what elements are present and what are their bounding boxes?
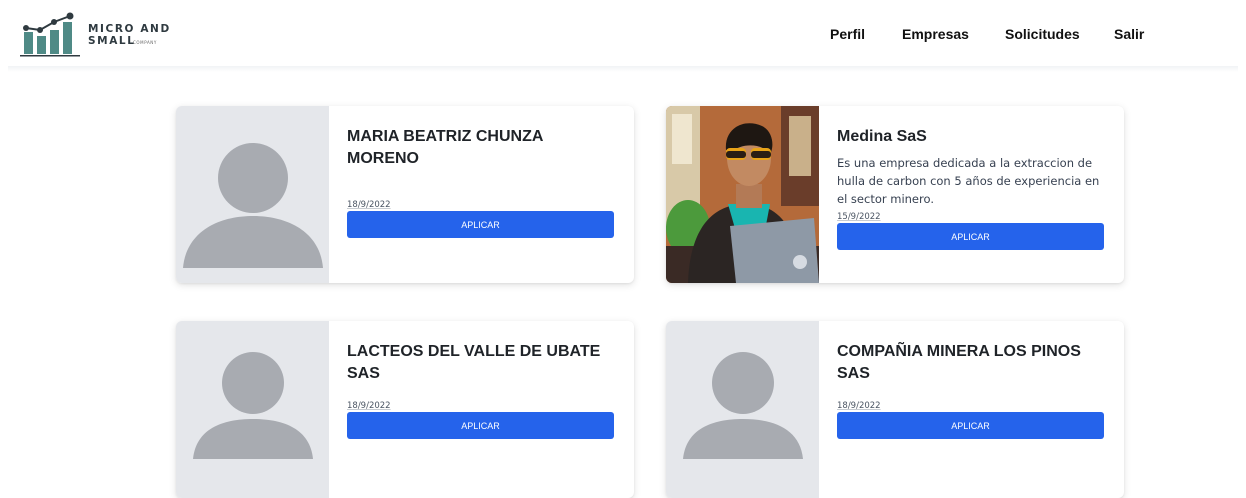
apply-button[interactable]: APLICAR bbox=[837, 412, 1104, 439]
company-card: COMPAÑIA MINERA LOS PINOS SAS 18/9/2022 … bbox=[666, 321, 1124, 498]
company-card: MARIA BEATRIZ CHUNZA MORENO 18/9/2022 AP… bbox=[176, 106, 634, 283]
bar-chart-growth-icon bbox=[20, 12, 80, 57]
card-title: LACTEOS DEL VALLE DE UBATE SAS bbox=[347, 343, 601, 382]
nav-solicitudes[interactable]: Solicitudes bbox=[1005, 26, 1080, 42]
brand-logo[interactable]: MICRO AND SMALL COMPANY bbox=[20, 10, 220, 58]
navbar-divider bbox=[8, 66, 1238, 72]
nav-empresas[interactable]: Empresas bbox=[902, 26, 969, 42]
company-photo bbox=[666, 106, 819, 283]
avatar-placeholder-image bbox=[666, 321, 819, 498]
user-silhouette-icon bbox=[683, 352, 803, 459]
card-body: MARIA BEATRIZ CHUNZA MORENO 18/9/2022 AP… bbox=[347, 126, 616, 283]
card-body: COMPAÑIA MINERA LOS PINOS SAS 18/9/2022 … bbox=[837, 341, 1106, 498]
card-date: 18/9/2022 bbox=[347, 401, 391, 411]
card-date: 18/9/2022 bbox=[837, 401, 881, 411]
avatar-placeholder-image bbox=[176, 321, 329, 498]
company-card: LACTEOS DEL VALLE DE UBATE SAS 18/9/2022… bbox=[176, 321, 634, 498]
card-title: COMPAÑIA MINERA LOS PINOS SAS bbox=[837, 343, 1081, 382]
brand-subtitle: COMPANY bbox=[133, 40, 157, 45]
card-body: Medina SaS Es una empresa dedicada a la … bbox=[837, 126, 1106, 283]
company-card: Medina SaS Es una empresa dedicada a la … bbox=[666, 106, 1124, 283]
apply-button[interactable]: APLICAR bbox=[347, 412, 614, 439]
user-silhouette-icon bbox=[193, 352, 313, 459]
nav-salir[interactable]: Salir bbox=[1114, 26, 1144, 42]
nav-perfil[interactable]: Perfil bbox=[830, 26, 865, 42]
card-description: Es una empresa dedicada a la extraccion … bbox=[837, 156, 1100, 206]
avatar-placeholder-image bbox=[176, 106, 329, 283]
person-photo-icon bbox=[666, 106, 819, 283]
card-date: 18/9/2022 bbox=[347, 200, 391, 210]
user-silhouette-icon bbox=[183, 143, 323, 268]
card-body: LACTEOS DEL VALLE DE UBATE SAS 18/9/2022… bbox=[347, 341, 616, 498]
card-title: MARIA BEATRIZ CHUNZA MORENO bbox=[347, 128, 543, 167]
apply-button[interactable]: APLICAR bbox=[837, 223, 1104, 250]
card-title: Medina SaS bbox=[837, 128, 927, 145]
card-date: 15/9/2022 bbox=[837, 212, 881, 222]
apply-button[interactable]: APLICAR bbox=[347, 211, 614, 238]
navbar: MICRO AND SMALL COMPANY Perfil Empresas … bbox=[0, 0, 1246, 68]
